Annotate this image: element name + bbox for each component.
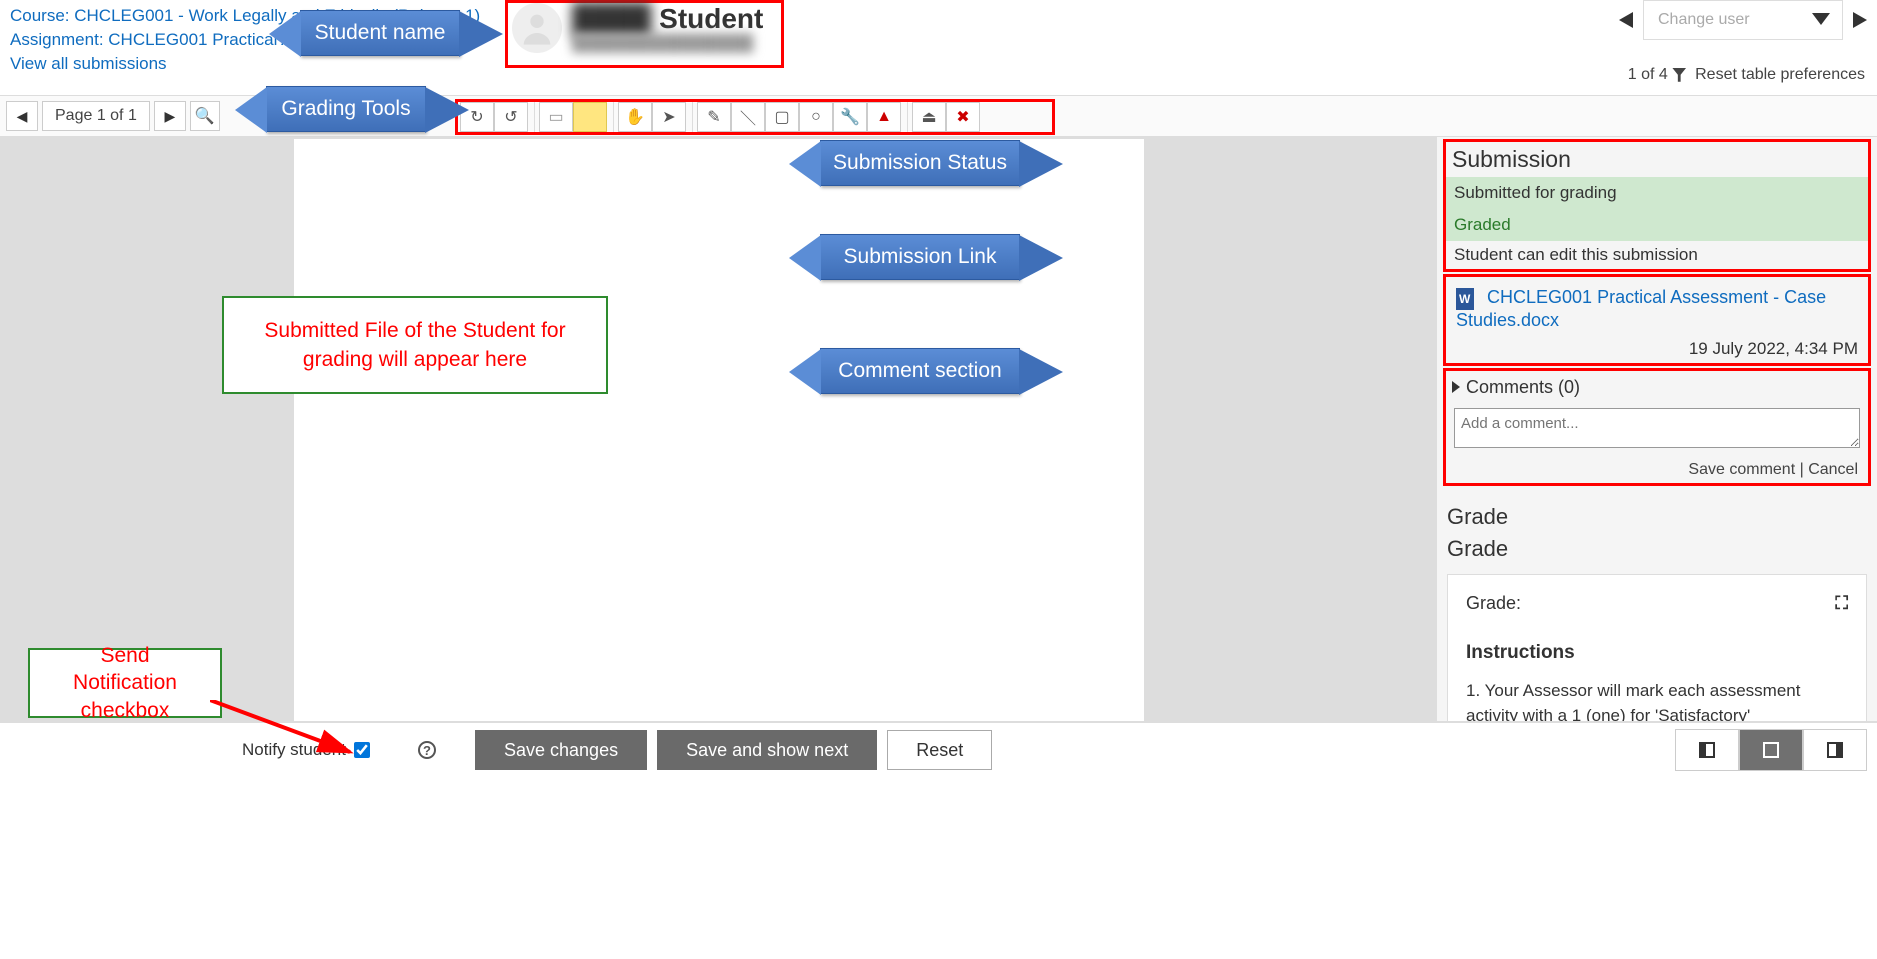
grade-heading-2: Grade	[1437, 536, 1877, 568]
word-file-icon	[1456, 288, 1474, 310]
grading-panel: Submission Submitted for grading Graded …	[1437, 137, 1877, 777]
callout-comment: Comment section	[820, 348, 1020, 394]
callout-student: Student name	[300, 10, 460, 56]
filter-line: 1 of 4 Reset table preferences	[1628, 66, 1865, 84]
callout-tools: Grading Tools	[266, 86, 426, 132]
pan-hand-icon[interactable]: ✋	[618, 102, 652, 132]
search-zoom-button[interactable]: 🔍	[190, 101, 220, 131]
freehand-icon[interactable]: ✎	[697, 102, 731, 132]
cancel-comment-link[interactable]: Cancel	[1808, 461, 1858, 478]
help-icon[interactable]: ?	[418, 741, 436, 759]
status-graded: Graded	[1446, 209, 1868, 241]
page-label: Page 1 of 1	[42, 101, 150, 131]
save-comment-link[interactable]: Save comment	[1688, 461, 1795, 478]
grade-heading-1: Grade	[1437, 488, 1877, 536]
rotate-cw-icon[interactable]: ↺	[494, 102, 528, 132]
layout-right-button[interactable]	[1803, 729, 1867, 771]
expand-fullscreen-icon[interactable]: ⛶	[1835, 593, 1848, 614]
layout-center-button[interactable]	[1739, 729, 1803, 771]
next-page-button[interactable]: ▶	[154, 101, 186, 131]
filter-icon[interactable]	[1672, 68, 1686, 82]
pointer-icon[interactable]: ➤	[652, 102, 686, 132]
student-name: ████ Student	[572, 3, 763, 35]
reset-table-link[interactable]: Reset table preferences	[1695, 66, 1865, 83]
avatar	[512, 3, 562, 53]
layout-switcher	[1675, 729, 1867, 771]
callout-file-box: Submitted File of the Student for gradin…	[222, 296, 608, 394]
comment-input[interactable]	[1454, 408, 1860, 448]
caret-down-icon	[1812, 13, 1830, 25]
status-editable: Student can edit this submission	[1446, 241, 1868, 269]
reset-button[interactable]: Reset	[887, 730, 992, 770]
grade-label: Grade:	[1466, 593, 1521, 614]
layout-left-button[interactable]	[1675, 729, 1739, 771]
stamp-icon[interactable]: ⏏	[912, 102, 946, 132]
delete-icon[interactable]: ✖	[946, 102, 980, 132]
comment-box-icon[interactable]: ▭	[539, 102, 573, 132]
prev-page-button[interactable]: ◀	[6, 101, 38, 131]
file-date: 19 July 2022, 4:34 PM	[1446, 335, 1868, 363]
view-all-link[interactable]: View all submissions	[10, 54, 167, 73]
user-changer: Change user	[1619, 0, 1867, 40]
status-submitted: Submitted for grading	[1446, 177, 1868, 209]
notify-wrap: Notify student ?	[242, 740, 436, 760]
fill-icon[interactable]: ▲	[867, 102, 901, 132]
callout-notify-box: Send Notification checkbox	[28, 648, 222, 718]
highlight-color-icon[interactable]	[573, 102, 607, 132]
notify-checkbox[interactable]	[354, 742, 370, 758]
prev-user-button[interactable]	[1619, 12, 1633, 28]
callout-link: Submission Link	[820, 234, 1020, 280]
notify-label: Notify student	[242, 740, 346, 760]
submission-file-link[interactable]: CHCLEG001 Practical Assessment - Case St…	[1456, 287, 1826, 329]
change-user-dropdown[interactable]: Change user	[1643, 0, 1843, 40]
footer: Notify student ? Save changes Save and s…	[0, 721, 1877, 777]
student-box: ████ Student ████████████████	[505, 0, 784, 68]
rectangle-icon[interactable]: ▢	[765, 102, 799, 132]
wrench-icon[interactable]: 🔧	[833, 102, 867, 132]
instructions-heading: Instructions	[1466, 642, 1848, 664]
student-email: ████████████████	[572, 35, 763, 53]
callout-status: Submission Status	[820, 140, 1020, 186]
comments-section: Comments (0) Save comment | Cancel	[1443, 368, 1871, 486]
submission-title: Submission	[1446, 142, 1868, 177]
submission-section: Submission Submitted for grading Graded …	[1443, 139, 1871, 272]
next-user-button[interactable]	[1853, 12, 1867, 28]
line-icon[interactable]: ＼	[731, 102, 765, 132]
expand-icon	[1452, 381, 1460, 393]
save-button[interactable]: Save changes	[475, 730, 647, 770]
save-next-button[interactable]: Save and show next	[657, 730, 877, 770]
comments-toggle[interactable]: Comments (0)	[1446, 371, 1868, 404]
grading-tools: ↻ ↺ ▭ ✋ ➤ ✎ ＼ ▢ ○ 🔧 ▲ ⏏ ✖	[460, 102, 980, 132]
submission-file-section: CHCLEG001 Practical Assessment - Case St…	[1443, 274, 1871, 365]
oval-icon[interactable]: ○	[799, 102, 833, 132]
